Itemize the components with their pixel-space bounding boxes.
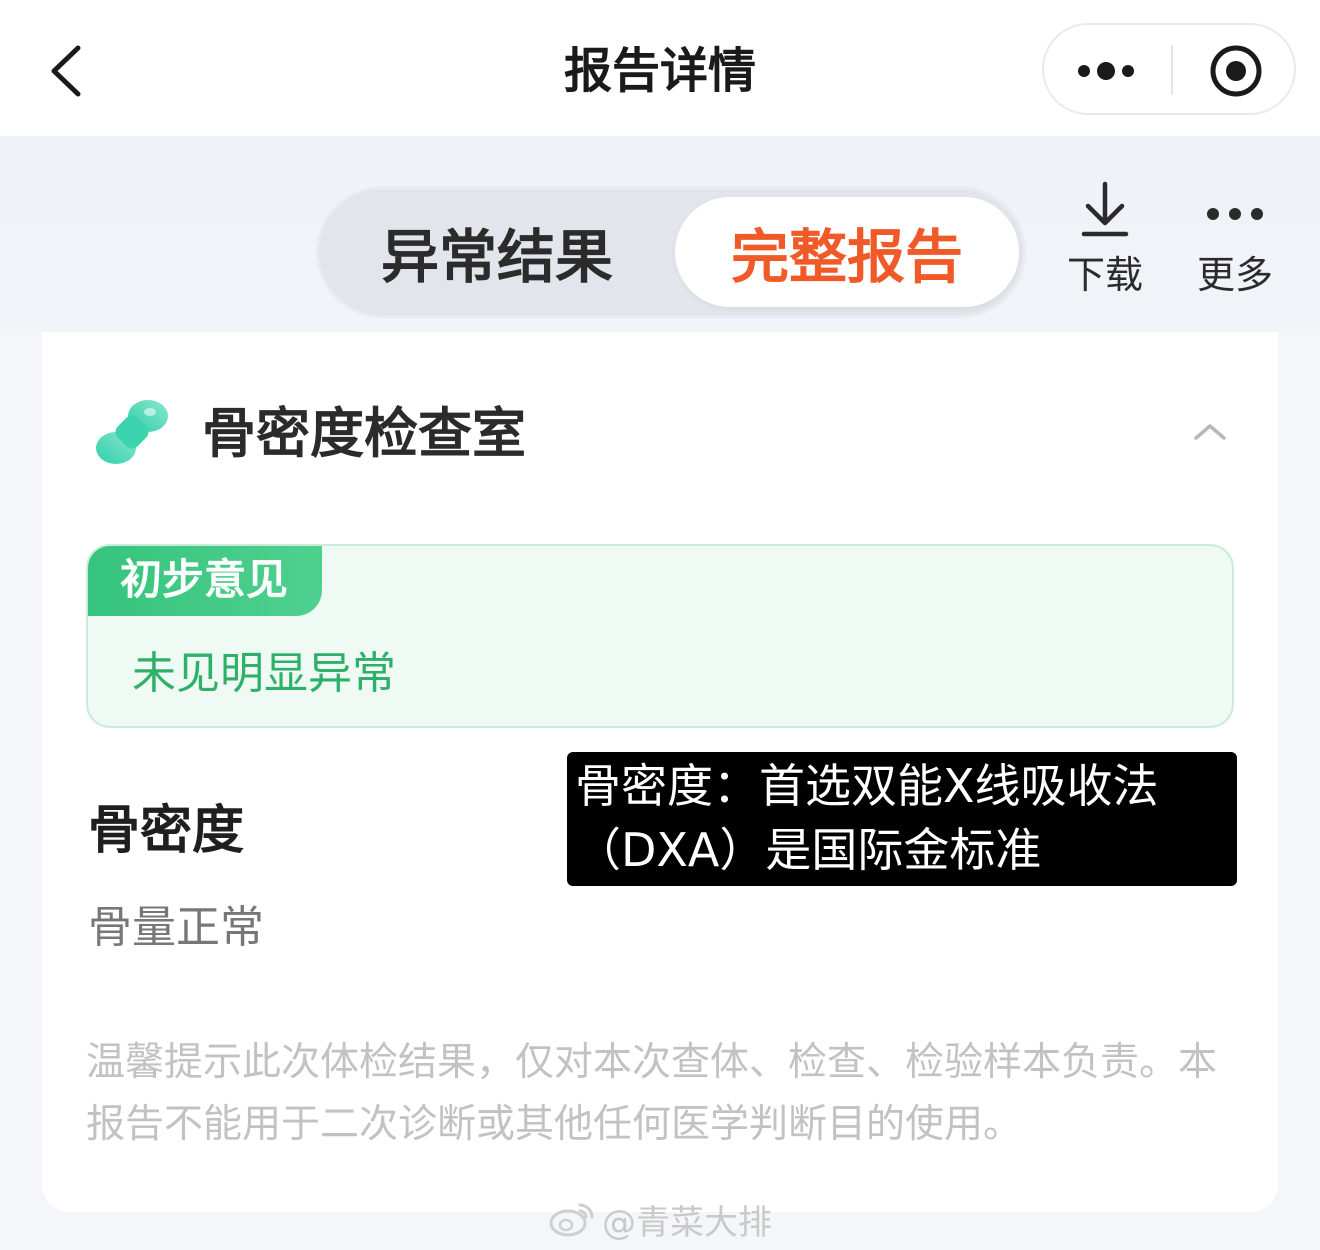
caption-line-2: （DXA）是国际金标准 xyxy=(575,823,1042,877)
watermark-text: @青菜大排 xyxy=(602,1202,772,1243)
nav-bar: 报告详情 xyxy=(0,0,1320,136)
collapse-button[interactable] xyxy=(1180,412,1240,452)
capsule-close-button[interactable] xyxy=(1174,25,1294,113)
department-card: 骨密度检查室 初步意见 未见明显异常 骨密度 骨量正常 骨密度：首选双能X线吸收… xyxy=(42,332,1278,1212)
capsule-more-button[interactable] xyxy=(1044,25,1170,113)
bone-icon xyxy=(96,400,168,464)
tab-full-report[interactable]: 完整报告 xyxy=(675,197,1019,307)
caption-overlay: 骨密度：首选双能X线吸收法 （DXA）是国际金标准 xyxy=(567,752,1237,886)
chevron-up-icon xyxy=(1194,424,1226,440)
download-button[interactable]: 下载 xyxy=(1050,178,1160,298)
report-tab-header: 异常结果 完整报告 下载 更多 xyxy=(0,136,1320,332)
download-icon xyxy=(1081,181,1129,237)
mini-program-capsule xyxy=(1042,23,1296,115)
exam-item-result: 骨量正常 xyxy=(88,902,264,953)
weibo-logo-icon xyxy=(549,1203,594,1237)
preliminary-opinion-tag: 初步意见 xyxy=(88,546,322,616)
caption-line-1: 骨密度：首选双能X线吸收法 xyxy=(575,759,1159,813)
back-button[interactable] xyxy=(36,36,100,106)
ellipsis-icon xyxy=(1078,62,1134,80)
chevron-left-icon xyxy=(51,45,81,97)
more-button[interactable]: 更多 xyxy=(1180,178,1290,298)
disclaimer-text: 温馨提示此次体检结果，仅对本次查体、检查、检验样本负责。本报告不能用于二次诊断或… xyxy=(86,1040,1218,1147)
exam-item-title: 骨密度 xyxy=(88,801,245,861)
download-label: 下载 xyxy=(1066,253,1143,297)
preliminary-opinion-box: 初步意见 未见明显异常 xyxy=(86,544,1234,728)
preliminary-opinion-text: 未见明显异常 xyxy=(132,648,396,699)
tab-abnormal-results[interactable]: 异常结果 xyxy=(319,189,675,315)
more-label: 更多 xyxy=(1196,253,1273,297)
watermark: @青菜大排 xyxy=(548,1196,772,1243)
more-dots-icon xyxy=(1207,208,1263,220)
department-name: 骨密度检查室 xyxy=(202,402,526,465)
target-circle-icon xyxy=(1210,45,1262,97)
capsule-divider xyxy=(1171,45,1173,95)
segmented-control: 异常结果 完整报告 xyxy=(316,186,1026,318)
